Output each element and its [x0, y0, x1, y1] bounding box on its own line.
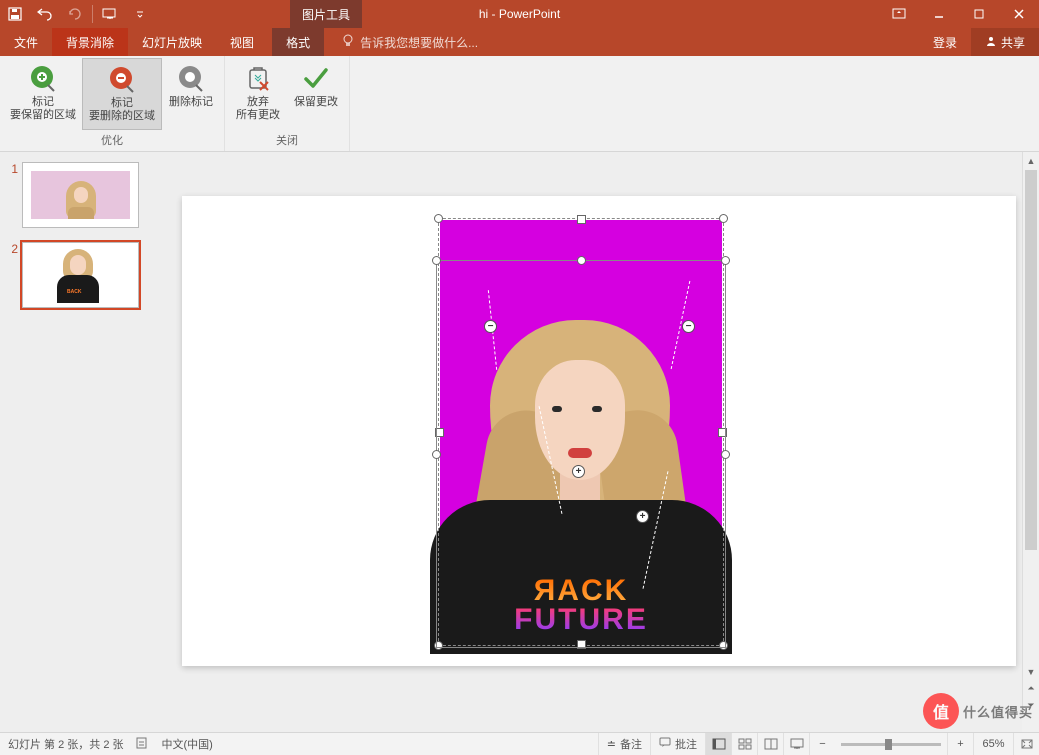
slide-thumbnail-pane[interactable]: 1 2 BACK — [0, 152, 158, 732]
mark-remove-icon — [106, 63, 138, 95]
crop-handle-tm[interactable] — [577, 256, 586, 265]
comments-button[interactable]: 批注 — [650, 733, 705, 755]
zoom-slider-thumb[interactable] — [885, 739, 892, 750]
ribbon: 标记 要保留的区域 标记 要删除的区域 删除标记 优化 放弃 所有更改 保留更改 — [0, 56, 1039, 152]
handle-tr[interactable] — [719, 214, 728, 223]
crop-handle-tr[interactable] — [721, 256, 730, 265]
minimize-button[interactable] — [919, 0, 959, 28]
tab-slideshow[interactable]: 幻灯片放映 — [128, 28, 216, 56]
close-button[interactable] — [999, 0, 1039, 28]
crop-handle-tl[interactable] — [432, 256, 441, 265]
tab-format[interactable]: 格式 — [272, 28, 324, 56]
ribbon-group-close: 放弃 所有更改 保留更改 关闭 — [225, 56, 350, 151]
slide-edit-area[interactable]: ЯACK FUTURE − − + + — [158, 152, 1039, 732]
workspace: 1 2 BACK — [0, 152, 1039, 732]
crop-handle-mr[interactable] — [721, 450, 730, 459]
tab-background-removal[interactable]: 背景消除 — [52, 28, 128, 56]
tell-me-placeholder: 告诉我您想要做什么... — [360, 34, 478, 51]
thumbnail-1[interactable]: 1 — [6, 162, 152, 228]
notes-button[interactable]: ≐ 备注 — [598, 733, 650, 755]
next-slide-button[interactable]: ⏷ — [1023, 697, 1039, 714]
slide-canvas[interactable]: ЯACK FUTURE − − + + — [182, 196, 1016, 666]
slide-counter[interactable]: 幻灯片 第 2 张，共 2 张 — [8, 736, 124, 752]
tell-me-search[interactable]: 告诉我您想要做什么... — [342, 28, 478, 56]
title-bar: 图片工具 hi - PowerPoint — [0, 0, 1039, 28]
status-bar: 幻灯片 第 2 张，共 2 张 中文(中国) ≐ 备注 批注 − + 65% — [0, 732, 1039, 755]
foreground-marquee[interactable] — [436, 260, 726, 648]
delete-mark-icon — [175, 62, 207, 94]
zoom-slider[interactable] — [841, 743, 941, 746]
handle-tl[interactable] — [434, 214, 443, 223]
qat-customize-button[interactable] — [125, 0, 155, 28]
zoom-in-button[interactable]: + — [947, 733, 973, 755]
ribbon-display-options-button[interactable] — [879, 0, 919, 28]
signin-button[interactable]: 登录 — [919, 28, 971, 56]
group-label-close: 关闭 — [276, 130, 298, 151]
zoom-percentage[interactable]: 65% — [973, 733, 1013, 755]
thumbnail-2[interactable]: 2 BACK — [6, 242, 152, 308]
slide-sorter-view-button[interactable] — [731, 733, 757, 755]
slideshow-view-button[interactable] — [783, 733, 809, 755]
zoom-out-button[interactable]: − — [809, 733, 835, 755]
tab-file[interactable]: 文件 — [0, 28, 52, 56]
scroll-up-button[interactable]: ▲ — [1023, 152, 1039, 169]
mark-keep-icon — [27, 62, 59, 94]
prev-slide-button[interactable]: ⏶ — [1023, 680, 1039, 697]
scroll-thumb[interactable] — [1025, 170, 1037, 550]
notes-icon: ≐ — [607, 738, 616, 751]
window-controls — [879, 0, 1039, 28]
comments-icon — [659, 737, 671, 751]
spellcheck-icon[interactable] — [136, 736, 150, 753]
maximize-button[interactable] — [959, 0, 999, 28]
keep-icon — [300, 62, 332, 94]
contextual-tab-label: 图片工具 — [290, 0, 362, 28]
mark-areas-to-keep-button[interactable]: 标记 要保留的区域 — [4, 58, 82, 130]
delete-mark-button[interactable]: 删除标记 — [162, 58, 220, 130]
handle-tm[interactable] — [577, 215, 586, 224]
scroll-down-button[interactable]: ▼ — [1023, 663, 1039, 680]
share-icon — [985, 35, 997, 50]
normal-view-button[interactable] — [705, 733, 731, 755]
discard-icon — [242, 62, 274, 94]
language-indicator[interactable]: 中文(中国) — [162, 736, 213, 752]
selected-picture[interactable]: ЯACK FUTURE − − + + — [440, 220, 722, 644]
reading-view-button[interactable] — [757, 733, 783, 755]
mark-areas-to-remove-button[interactable]: 标记 要删除的区域 — [82, 58, 162, 130]
save-button[interactable] — [0, 0, 30, 28]
crop-handle-ml[interactable] — [432, 450, 441, 459]
vertical-scrollbar[interactable]: ▲ ▼ ⏶ ⏷ — [1022, 152, 1039, 714]
thumbnail-1-preview[interactable] — [22, 162, 139, 228]
window-title: hi - PowerPoint — [479, 7, 560, 21]
ribbon-tabs: 文件 背景消除 幻灯片放映 视图 格式 告诉我您想要做什么... 登录 共享 — [0, 28, 1039, 56]
quick-access-toolbar — [0, 0, 155, 28]
tab-view[interactable]: 视图 — [216, 28, 268, 56]
share-button[interactable]: 共享 — [971, 28, 1039, 56]
ribbon-group-refine: 标记 要保留的区域 标记 要删除的区域 删除标记 优化 — [0, 56, 225, 151]
undo-button[interactable] — [30, 0, 60, 28]
redo-button[interactable] — [60, 0, 90, 28]
keep-changes-button[interactable]: 保留更改 — [287, 58, 345, 130]
group-label-refine: 优化 — [101, 130, 123, 151]
fit-to-window-button[interactable] — [1013, 733, 1039, 755]
start-from-beginning-button[interactable] — [95, 0, 125, 28]
thumbnail-2-preview[interactable]: BACK — [22, 242, 139, 308]
discard-changes-button[interactable]: 放弃 所有更改 — [229, 58, 287, 130]
lightbulb-icon — [342, 34, 354, 51]
